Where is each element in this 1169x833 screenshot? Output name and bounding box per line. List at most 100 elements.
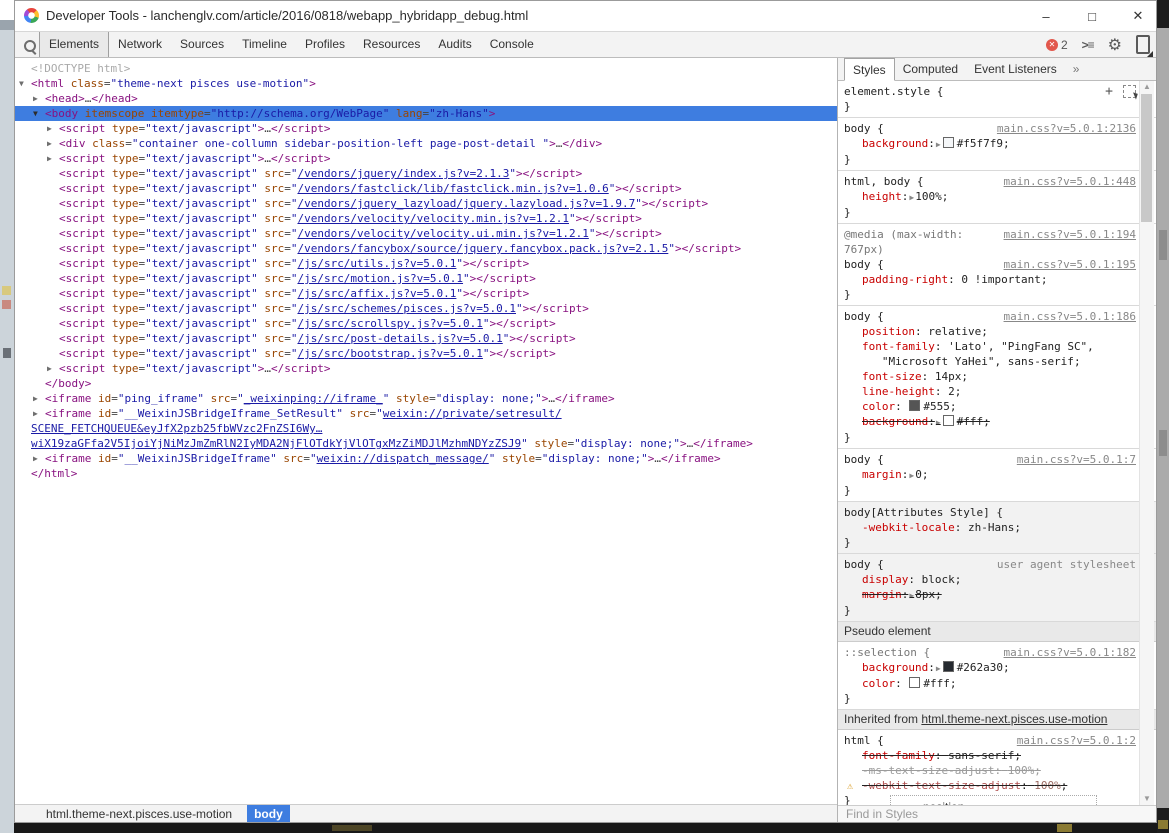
tree-row[interactable]: <!DOCTYPE html> bbox=[15, 61, 837, 76]
property-name[interactable]: background bbox=[862, 661, 928, 674]
sidebar-tab-event-listeners[interactable]: Event Listeners bbox=[966, 58, 1065, 80]
resource-link[interactable]: /vendors/fastclick/lib/fastclick.min.js?… bbox=[297, 182, 608, 195]
rule-selector[interactable]: @media (max-width: 767px) bbox=[844, 228, 970, 256]
tree-row[interactable]: ▶ <head>…</head> bbox=[15, 91, 837, 106]
color-swatch[interactable] bbox=[942, 661, 954, 672]
tree-row[interactable]: </html> bbox=[15, 466, 837, 481]
resource-link[interactable]: /vendors/jquery_lazyload/jquery.lazyload… bbox=[297, 197, 635, 210]
resource-link[interactable]: /js/src/affix.js?v=5.0.1 bbox=[297, 287, 456, 300]
stylesheet-source-link[interactable]: main.css?v=5.0.1:194 bbox=[1004, 227, 1136, 242]
style-property[interactable]: background:▶ #f5f7f9; bbox=[844, 136, 1136, 152]
style-property[interactable]: background:▶ #fff; bbox=[844, 414, 1136, 430]
expand-value-arrow-icon[interactable]: ▶ bbox=[936, 140, 941, 149]
tree-row[interactable]: <script type="text/javascript" src="/js/… bbox=[15, 271, 837, 286]
resource-link[interactable]: /js/src/motion.js?v=5.0.1 bbox=[297, 272, 463, 285]
style-property[interactable]: background:▶ #262a30; bbox=[844, 660, 1136, 676]
resource-link[interactable]: SCENE_FETCHQUEUE&eyJfX2pzb25fbWVzc2FnZSI… bbox=[31, 422, 322, 435]
tab-audits[interactable]: Audits bbox=[429, 32, 480, 57]
tree-row[interactable]: ▶ <div class="container one-collumn sideb… bbox=[15, 136, 837, 151]
resource-link[interactable]: /js/src/bootstrap.js?v=5.0.1 bbox=[297, 347, 482, 360]
expand-value-arrow-icon[interactable]: ▶ bbox=[936, 418, 941, 427]
color-swatch[interactable] bbox=[942, 415, 954, 426]
tree-row[interactable]: <script type="text/javascript" src="/js/… bbox=[15, 286, 837, 301]
collapse-arrow-icon[interactable]: ▼ bbox=[19, 76, 24, 91]
property-name[interactable]: line-height bbox=[862, 385, 935, 398]
collapse-arrow-icon[interactable]: ▼ bbox=[33, 106, 38, 121]
property-value[interactable]: 0 !important bbox=[961, 273, 1040, 286]
expand-arrow-icon[interactable]: ▶ bbox=[33, 451, 38, 466]
property-value[interactable]: block bbox=[922, 573, 955, 586]
resource-link[interactable]: /vendors/velocity/velocity.min.js?v=1.2.… bbox=[297, 212, 569, 225]
resource-link[interactable]: /vendors/jquery/index.js?v=2.1.3 bbox=[297, 167, 509, 180]
property-value[interactable]: 100% bbox=[915, 190, 942, 203]
style-property[interactable]: height:▶100%; bbox=[844, 189, 1136, 205]
property-value[interactable]: #262a30 bbox=[957, 661, 1003, 674]
tree-row[interactable]: ▼ <body itemscope itemtype="http://schema… bbox=[15, 106, 837, 121]
property-value[interactable]: zh-Hans bbox=[968, 521, 1014, 534]
tree-row[interactable]: ▶ <script type="text/javascript">…</scrip… bbox=[15, 361, 837, 376]
tree-row[interactable]: </body> bbox=[15, 376, 837, 391]
style-property[interactable]: ⚠ -webkit-text-size-adjust: 100%; bbox=[844, 778, 1136, 793]
expand-value-arrow-icon[interactable]: ▶ bbox=[909, 193, 914, 202]
rule-selector[interactable]: body[Attributes Style] { bbox=[844, 506, 1003, 519]
stylesheet-source-link[interactable]: main.css?v=5.0.1:7 bbox=[1017, 452, 1136, 467]
color-swatch[interactable] bbox=[942, 137, 954, 148]
style-property[interactable]: position: relative; bbox=[844, 324, 1136, 339]
property-value[interactable]: 2 bbox=[948, 385, 955, 398]
scrollbar-thumb[interactable] bbox=[1141, 94, 1152, 222]
expand-value-arrow-icon[interactable]: ▶ bbox=[909, 591, 914, 600]
resource-link[interactable]: weixin://dispatch_message/ bbox=[317, 452, 489, 465]
scroll-up-icon[interactable]: ▲ bbox=[1140, 81, 1154, 93]
property-name[interactable]: font-size bbox=[862, 370, 922, 383]
property-value[interactable]: 100% bbox=[1034, 779, 1061, 792]
color-swatch[interactable] bbox=[909, 677, 921, 688]
rule-selector[interactable]: body { bbox=[844, 122, 884, 135]
sidebar-tab-styles[interactable]: Styles bbox=[844, 58, 895, 81]
inherited-node-link[interactable]: html.theme-next.pisces.use-motion bbox=[921, 712, 1107, 726]
resource-link[interactable]: /js/src/utils.js?v=5.0.1 bbox=[297, 257, 456, 270]
property-name[interactable]: display bbox=[862, 573, 908, 586]
tree-row[interactable]: ▶ <script type="text/javascript">…</scrip… bbox=[15, 151, 837, 166]
tab-timeline[interactable]: Timeline bbox=[233, 32, 296, 57]
new-style-rule-icon[interactable]: + bbox=[1105, 85, 1113, 98]
tree-row[interactable]: <script type="text/javascript" src="/ven… bbox=[15, 226, 837, 241]
resource-link[interactable]: /vendors/velocity/velocity.ui.min.js?v=1… bbox=[297, 227, 588, 240]
tab-console[interactable]: Console bbox=[481, 32, 543, 57]
search-icon[interactable] bbox=[24, 40, 36, 52]
rule-selector[interactable]: element.style { bbox=[844, 85, 943, 98]
stylesheet-source-link[interactable]: main.css?v=5.0.1:2136 bbox=[997, 121, 1136, 136]
rule-selector[interactable]: ::selection { bbox=[844, 646, 930, 659]
stylesheet-source-link[interactable]: main.css?v=5.0.1:448 bbox=[1004, 174, 1136, 189]
resource-link[interactable]: /js/src/schemes/pisces.js?v=5.0.1 bbox=[297, 302, 516, 315]
style-property[interactable]: font-family: 'Lato', "PingFang SC", "Mic… bbox=[844, 339, 1136, 369]
rule-selector[interactable]: body { bbox=[844, 258, 884, 271]
stylesheet-source-link[interactable]: main.css?v=5.0.1:195 bbox=[1004, 257, 1136, 272]
tree-row[interactable]: <script type="text/javascript" src="/ven… bbox=[15, 196, 837, 211]
resource-link[interactable]: wiX19zaGFfa2V5IjoiYjNiMzJmZmRlN2IyMDA2Nj… bbox=[31, 437, 521, 450]
style-property[interactable]: margin:▶8px; bbox=[844, 587, 1136, 603]
stylesheet-source-link[interactable]: main.css?v=5.0.1:182 bbox=[1004, 645, 1136, 660]
tree-row[interactable]: <script type="text/javascript" src="/ven… bbox=[15, 241, 837, 256]
tree-row[interactable]: <script type="text/javascript" src="/js/… bbox=[15, 256, 837, 271]
property-name[interactable]: background bbox=[862, 137, 928, 150]
property-value[interactable]: 14px bbox=[935, 370, 962, 383]
resource-link[interactable]: /js/src/scrollspy.js?v=5.0.1 bbox=[297, 317, 482, 330]
resource-link[interactable]: weixin://private/setresult/ bbox=[383, 407, 562, 420]
property-value[interactable]: 100% bbox=[1008, 764, 1035, 777]
crumb-body[interactable]: body bbox=[247, 805, 290, 822]
tree-row[interactable]: <script type="text/javascript" src="/ven… bbox=[15, 166, 837, 181]
style-property[interactable]: -webkit-locale: zh-Hans; bbox=[844, 520, 1136, 535]
rule-selector[interactable]: body { bbox=[844, 310, 884, 323]
style-property[interactable]: display: block; bbox=[844, 572, 1136, 587]
expand-arrow-icon[interactable]: ▶ bbox=[47, 361, 52, 376]
property-name[interactable]: color bbox=[862, 677, 895, 690]
styles-scrollbar[interactable]: ▲ ▼ bbox=[1139, 81, 1154, 805]
tab-sources[interactable]: Sources bbox=[171, 32, 233, 57]
tree-row[interactable]: ▶ <iframe id="__WeixinJSBridgeIframe_SetR… bbox=[15, 406, 837, 421]
property-value[interactable]: 8px bbox=[915, 588, 935, 601]
overflow-tabs-icon[interactable]: » bbox=[1065, 58, 1088, 80]
style-property[interactable]: color: #555; bbox=[844, 399, 1136, 414]
tree-row[interactable]: <script type="text/javascript" src="/ven… bbox=[15, 181, 837, 196]
property-name[interactable]: padding-right bbox=[862, 273, 948, 286]
tab-elements[interactable]: Elements bbox=[39, 32, 110, 57]
